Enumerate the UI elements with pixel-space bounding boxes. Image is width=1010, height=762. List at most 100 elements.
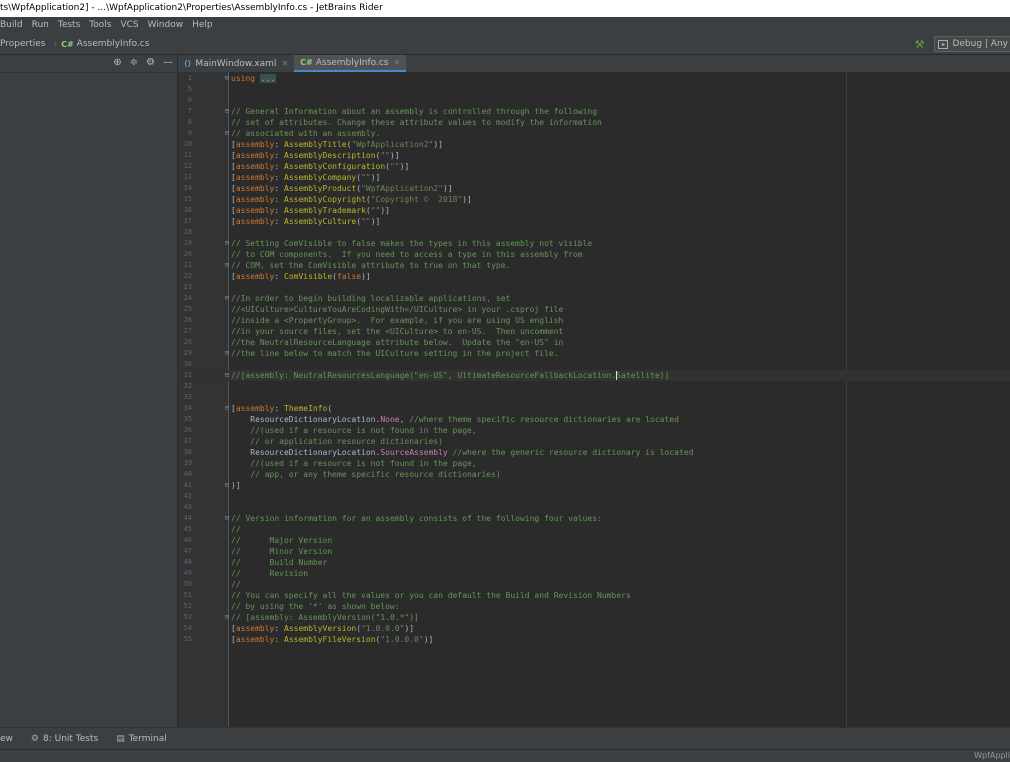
line-number: 21 — [183, 261, 192, 269]
code-line: [assembly: AssemblyConfiguration("")] — [231, 162, 410, 171]
code-line: //[assembly: NeutralResourcesLanguage("e… — [231, 371, 670, 380]
line-number: 6 — [187, 96, 192, 104]
menu-tests[interactable]: Tests — [54, 17, 85, 34]
code-line: // to COM components. If you need to acc… — [231, 250, 583, 259]
fold-toggle-icon[interactable]: ⊟ — [224, 106, 230, 117]
code-line: // You can specify all the values or you… — [231, 591, 631, 600]
line-number: 34 — [183, 404, 192, 412]
close-icon[interactable]: ✕ — [393, 58, 400, 67]
status-bar: WpfAppli — [0, 749, 1010, 762]
line-number: 41 — [183, 481, 192, 489]
line-number: 52 — [183, 602, 192, 610]
code-line: [assembly: ThemeInfo( — [231, 404, 333, 413]
csharp-file-icon: C# — [61, 39, 74, 49]
line-number: 54 — [183, 624, 192, 632]
menu-tools[interactable]: Tools — [85, 17, 116, 34]
fold-toggle-icon[interactable]: ⊟ — [224, 370, 230, 381]
code-line: //<UICulture>CultureYouAreCodingWith</UI… — [231, 305, 564, 314]
line-number: 5 — [187, 85, 192, 93]
code-line: //in your source files, set the <UICultu… — [231, 327, 564, 336]
tab-mainwindow-xaml[interactable]: ⟨⟩ MainWindow.xaml ✕ — [178, 55, 294, 72]
breadcrumb-file[interactable]: C# AssemblyInfo.cs — [61, 39, 153, 49]
fold-toggle-icon[interactable]: ⊟ — [224, 513, 230, 524]
editor-tabs: ⟨⟩ MainWindow.xaml ✕ C# AssemblyInfo.cs … — [178, 55, 1010, 73]
line-number: 37 — [183, 437, 192, 445]
line-number: 7 — [187, 107, 192, 115]
tool-window-bar: ew ⚙ 8: Unit Tests ▤ Terminal — [0, 727, 1010, 750]
gear-icon[interactable]: ⚙ — [146, 57, 155, 68]
line-number: 11 — [183, 151, 192, 159]
tool-window-terminal[interactable]: ▤ Terminal — [116, 734, 167, 744]
code-line: [assembly: AssemblyCompany("")] — [231, 173, 381, 182]
line-number: 35 — [183, 415, 192, 423]
line-number: 45 — [183, 525, 192, 533]
line-number: 14 — [183, 184, 192, 192]
code-line: [assembly: AssemblyDescription("")] — [231, 151, 400, 160]
menu-window[interactable]: Window — [144, 17, 189, 34]
line-number: 51 — [183, 591, 192, 599]
code-line: // set of attributes. Change these attri… — [231, 118, 602, 127]
code-line: // associated with an assembly. — [231, 129, 381, 138]
line-number: 32 — [183, 382, 192, 390]
code-line: [assembly: AssemblyVersion("1.0.0.0")] — [231, 624, 415, 633]
code-line: // or application resource dictionaries) — [231, 437, 443, 446]
hide-panel-icon[interactable]: — — [163, 57, 173, 68]
fold-toggle-icon[interactable]: ⊟ — [224, 480, 230, 491]
fold-toggle-icon[interactable]: ⊟ — [224, 238, 230, 249]
code-line: // Build Number — [231, 558, 328, 567]
fold-toggle-icon[interactable]: ⊟ — [224, 403, 230, 414]
code-line: //(used if a resource is not found in th… — [231, 459, 477, 468]
tool-window-unit-tests[interactable]: ⚙ 8: Unit Tests — [31, 734, 98, 744]
project-toolbar: ⊕ ≑ ⚙ — — [0, 55, 177, 73]
collapse-all-icon[interactable]: ≑ — [130, 57, 138, 68]
code-line: // Major Version — [231, 536, 333, 545]
fold-toggle-icon[interactable]: ⊟ — [224, 260, 230, 271]
navigation-bar: Properties › C# AssemblyInfo.cs ⚒ ▸ Debu… — [0, 34, 1010, 55]
code-line: //(used if a resource is not found in th… — [231, 426, 477, 435]
code-line: [assembly: AssemblyCopyright("Copyright … — [231, 195, 472, 204]
line-number: 19 — [183, 239, 192, 247]
fold-toggle-icon[interactable]: ⊟ — [224, 128, 230, 139]
build-hammer-icon[interactable]: ⚒ — [915, 38, 925, 51]
code-line: //the NeutralResourceLanguage attribute … — [231, 338, 564, 347]
breadcrumb-separator-icon: › — [53, 39, 58, 49]
code-line: ResourceDictionaryLocation.None, //where… — [231, 415, 679, 424]
menu-build[interactable]: Build — [0, 17, 28, 34]
project-tool-window: ⊕ ≑ ⚙ — — [0, 55, 178, 727]
menu-run[interactable]: Run — [28, 17, 54, 34]
code-line: // Version information for an assembly c… — [231, 514, 602, 523]
xaml-file-icon: ⟨⟩ — [184, 59, 192, 68]
line-number: 23 — [183, 283, 192, 291]
scroll-from-source-icon[interactable]: ⊕ — [113, 57, 121, 68]
line-number: 12 — [183, 162, 192, 170]
close-icon[interactable]: ✕ — [281, 59, 288, 68]
fold-toggle-icon[interactable]: ⊟ — [224, 348, 230, 359]
line-number: 8 — [187, 118, 192, 126]
code-line: [assembly: AssemblyTrademark("")] — [231, 206, 390, 215]
line-number: 13 — [183, 173, 192, 181]
code-line: // app, or any theme specific resource d… — [231, 470, 501, 479]
tab-assemblyinfo-cs[interactable]: C# AssemblyInfo.cs ✕ — [294, 55, 407, 72]
code-line: // Revision — [231, 569, 309, 578]
run-configuration-selector[interactable]: ▸ Debug | Any — [934, 36, 1010, 52]
code-line: // Setting ComVisible to false makes the… — [231, 239, 593, 248]
line-number: 15 — [183, 195, 192, 203]
right-margin-guide — [846, 72, 847, 727]
unit-tests-icon: ⚙ — [30, 734, 39, 744]
line-number: 47 — [183, 547, 192, 555]
line-number: 43 — [183, 503, 192, 511]
fold-toggle-icon[interactable]: ⊟ — [224, 73, 230, 84]
line-number: 26 — [183, 316, 192, 324]
line-number: 31 — [183, 371, 192, 379]
code-line: // Minor Version — [231, 547, 333, 556]
code-line: // General Information about an assembly… — [231, 107, 598, 116]
line-number: 42 — [183, 492, 192, 500]
fold-toggle-icon[interactable]: ⊟ — [224, 293, 230, 304]
tool-window-view[interactable]: ew — [0, 734, 13, 744]
breadcrumb-properties[interactable]: Properties — [0, 39, 49, 49]
line-number: 44 — [183, 514, 192, 522]
menu-vcs[interactable]: VCS — [116, 17, 143, 34]
line-number: 28 — [183, 338, 192, 346]
fold-toggle-icon[interactable]: ⊟ — [224, 612, 230, 623]
menu-help[interactable]: Help — [188, 17, 218, 34]
